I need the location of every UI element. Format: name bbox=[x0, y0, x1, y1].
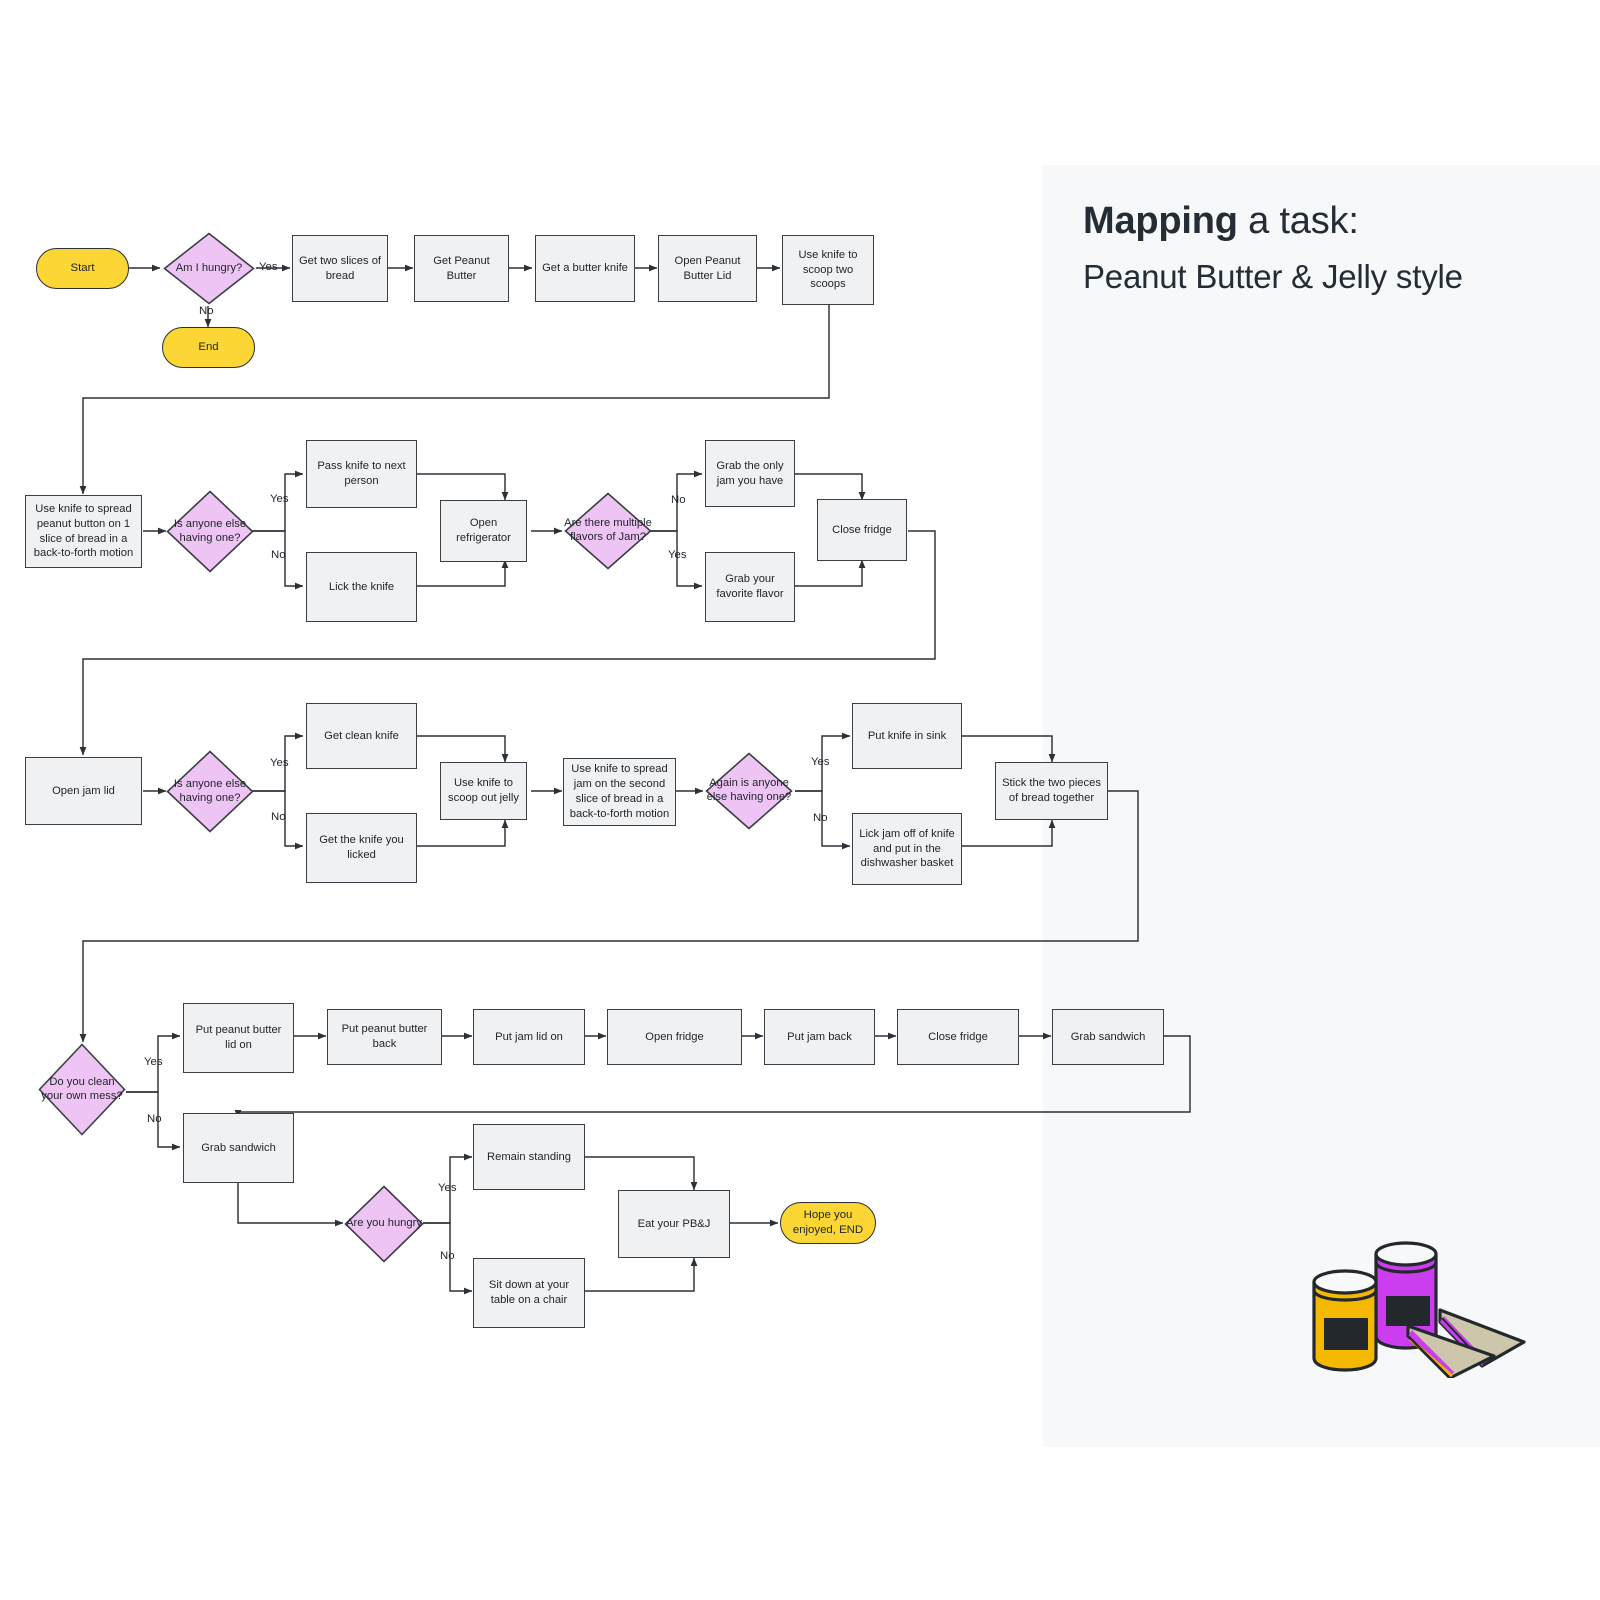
edge-label-no-anyone2: No bbox=[271, 811, 286, 823]
node-spread-jam[interactable]: Use knife to spread jam on the second sl… bbox=[563, 758, 676, 826]
node-label: Stick the two pieces of bread together bbox=[1002, 777, 1101, 804]
edge-label-no-hungry: No bbox=[199, 305, 214, 317]
node-label: Open fridge bbox=[645, 1030, 704, 1043]
node-decision-anyone-else-1[interactable]: Is anyone else having one? bbox=[166, 490, 254, 573]
node-label: Sit down at your table on a chair bbox=[488, 1279, 570, 1306]
node-decision-multiple-flavors[interactable]: Are there multiple flavors of Jam? bbox=[564, 492, 652, 570]
node-label: Eat your PB&J bbox=[637, 1217, 711, 1230]
node-decision-clean-mess[interactable]: Do you clean your own mess? bbox=[38, 1043, 126, 1136]
node-label: Open refrigerator bbox=[456, 517, 511, 544]
node-put-jam-back[interactable]: Put jam back bbox=[764, 1009, 875, 1065]
node-label: Get two slices of bread bbox=[298, 254, 382, 282]
peanut-butter-jelly-illustration bbox=[1312, 1241, 1526, 1378]
edge-label-no-anyone3: No bbox=[813, 812, 828, 824]
node-label: Grab your favorite flavor bbox=[716, 573, 784, 600]
node-put-knife-in-sink[interactable]: Put knife in sink bbox=[852, 703, 962, 769]
node-label: Is anyone else having one? bbox=[173, 517, 247, 544]
node-start[interactable]: Start bbox=[36, 248, 129, 289]
node-label: Use knife to scoop out jelly bbox=[448, 777, 519, 804]
node-lick-the-knife[interactable]: Lick the knife bbox=[306, 552, 417, 622]
node-close-fridge-1[interactable]: Close fridge bbox=[817, 499, 907, 561]
node-label: Put knife in sink bbox=[867, 729, 947, 742]
node-label: Get a butter knife bbox=[542, 262, 628, 275]
node-put-pb-lid-on[interactable]: Put peanut butter lid on bbox=[183, 1003, 294, 1073]
node-grab-favorite-flavor[interactable]: Grab your favorite flavor bbox=[705, 552, 795, 622]
node-label: Lick the knife bbox=[328, 580, 395, 593]
edge-label-yes-anyone3: Yes bbox=[811, 756, 830, 768]
node-end-final[interactable]: Hope you enjoyed, END bbox=[780, 1202, 876, 1244]
node-open-refrigerator[interactable]: Open refrigerator bbox=[440, 500, 527, 562]
node-grab-only-jam[interactable]: Grab the only jam you have bbox=[705, 440, 795, 507]
node-decision-anyone-else-3[interactable]: Again is anyone else having one? bbox=[705, 752, 793, 830]
node-scoop-two-scoops[interactable]: Use knife to scoop two scoops bbox=[782, 235, 874, 305]
node-label: Put jam back bbox=[787, 1030, 852, 1043]
edge-label-no-flavors: No bbox=[671, 494, 686, 506]
node-label: Pass knife to next person bbox=[317, 460, 406, 487]
node-close-fridge-2[interactable]: Close fridge bbox=[897, 1009, 1019, 1065]
node-get-butter-knife[interactable]: Get a butter knife bbox=[535, 235, 635, 302]
node-label: Close fridge bbox=[928, 1030, 988, 1043]
node-grab-sandwich-bottom[interactable]: Grab sandwich bbox=[183, 1113, 294, 1183]
node-decision-am-i-hungry[interactable]: Am I hungry? bbox=[163, 232, 255, 305]
node-label: Open jam lid bbox=[52, 784, 115, 797]
node-decision-are-you-hungry[interactable]: Are you hungry bbox=[344, 1185, 424, 1263]
node-put-jam-lid-on[interactable]: Put jam lid on bbox=[473, 1009, 585, 1065]
node-lick-jam-off-knife[interactable]: Lick jam off of knife and put in the dis… bbox=[852, 813, 962, 885]
node-label: End bbox=[198, 341, 219, 354]
node-label: Grab sandwich bbox=[201, 1141, 276, 1154]
node-label: Open Peanut Butter Lid bbox=[674, 254, 741, 282]
node-remain-standing[interactable]: Remain standing bbox=[473, 1124, 585, 1190]
node-open-pb-lid[interactable]: Open Peanut Butter Lid bbox=[658, 235, 757, 302]
node-label: Hope you enjoyed, END bbox=[792, 1209, 864, 1236]
node-label: Put peanut butter lid on bbox=[195, 1024, 282, 1051]
node-label: Start bbox=[70, 262, 95, 275]
node-label: Put jam lid on bbox=[495, 1030, 563, 1043]
node-label: Use knife to scoop two scoops bbox=[798, 248, 858, 291]
node-label: Are there multiple flavors of Jam? bbox=[564, 517, 652, 543]
node-label: Get the knife you licked bbox=[319, 834, 404, 861]
node-label: Get Peanut Butter bbox=[433, 254, 490, 282]
node-label: Remain standing bbox=[487, 1150, 571, 1163]
edge-label-yes-flavors: Yes bbox=[668, 549, 687, 561]
node-get-licked-knife[interactable]: Get the knife you licked bbox=[306, 813, 417, 883]
node-get-clean-knife[interactable]: Get clean knife bbox=[306, 703, 417, 769]
node-get-two-slices[interactable]: Get two slices of bread bbox=[292, 235, 388, 302]
node-label: Use knife to spread jam on the second sl… bbox=[569, 763, 670, 820]
node-label: Put peanut butter back bbox=[341, 1023, 428, 1050]
node-scoop-out-jelly[interactable]: Use knife to scoop out jelly bbox=[440, 762, 527, 820]
node-eat-your-pbj[interactable]: Eat your PB&J bbox=[618, 1190, 730, 1258]
edge-label-no-hungry2: No bbox=[440, 1250, 455, 1262]
node-label: Lick jam off of knife and put in the dis… bbox=[859, 827, 955, 870]
edge-label-yes-hungry2: Yes bbox=[438, 1182, 457, 1194]
node-put-pb-back[interactable]: Put peanut butter back bbox=[327, 1009, 442, 1065]
node-label: Is anyone else having one? bbox=[173, 777, 247, 804]
node-sit-down-at-table[interactable]: Sit down at your table on a chair bbox=[473, 1258, 585, 1328]
node-label: Grab the only jam you have bbox=[716, 459, 784, 487]
node-label: Get clean knife bbox=[324, 729, 399, 742]
node-pass-knife[interactable]: Pass knife to next person bbox=[306, 440, 417, 508]
node-spread-peanut-butter[interactable]: Use knife to spread peanut button on 1 s… bbox=[25, 495, 142, 568]
edge-label-no-anyone1: No bbox=[271, 549, 286, 561]
node-grab-sandwich-top[interactable]: Grab sandwich bbox=[1052, 1009, 1164, 1065]
node-get-peanut-butter[interactable]: Get Peanut Butter bbox=[414, 235, 509, 302]
node-label: Again is anyone else having one? bbox=[706, 777, 792, 803]
node-label: Do you clean your own mess? bbox=[41, 1075, 123, 1102]
edge-label-no-clean: No bbox=[147, 1113, 162, 1125]
node-end-early[interactable]: End bbox=[162, 327, 255, 368]
node-decision-anyone-else-2[interactable]: Is anyone else having one? bbox=[166, 750, 254, 833]
flowchart-canvas: Mapping a task: Peanut Butter & Jelly st… bbox=[0, 0, 1600, 1600]
node-stick-bread-together[interactable]: Stick the two pieces of bread together bbox=[995, 762, 1108, 820]
edge-label-yes-anyone2: Yes bbox=[270, 757, 289, 769]
node-label: Are you hungry bbox=[346, 1217, 422, 1230]
node-label: Am I hungry? bbox=[175, 261, 243, 274]
node-label: Grab sandwich bbox=[1070, 1030, 1146, 1043]
edge-label-yes-anyone1: Yes bbox=[270, 493, 289, 505]
edge-label-yes-hungry: Yes bbox=[259, 261, 278, 273]
node-open-fridge-2[interactable]: Open fridge bbox=[607, 1009, 742, 1065]
edge-label-yes-clean: Yes bbox=[144, 1056, 163, 1068]
node-label: Use knife to spread peanut button on 1 s… bbox=[33, 502, 134, 560]
node-open-jam-lid[interactable]: Open jam lid bbox=[25, 757, 142, 825]
node-label: Close fridge bbox=[832, 523, 892, 536]
